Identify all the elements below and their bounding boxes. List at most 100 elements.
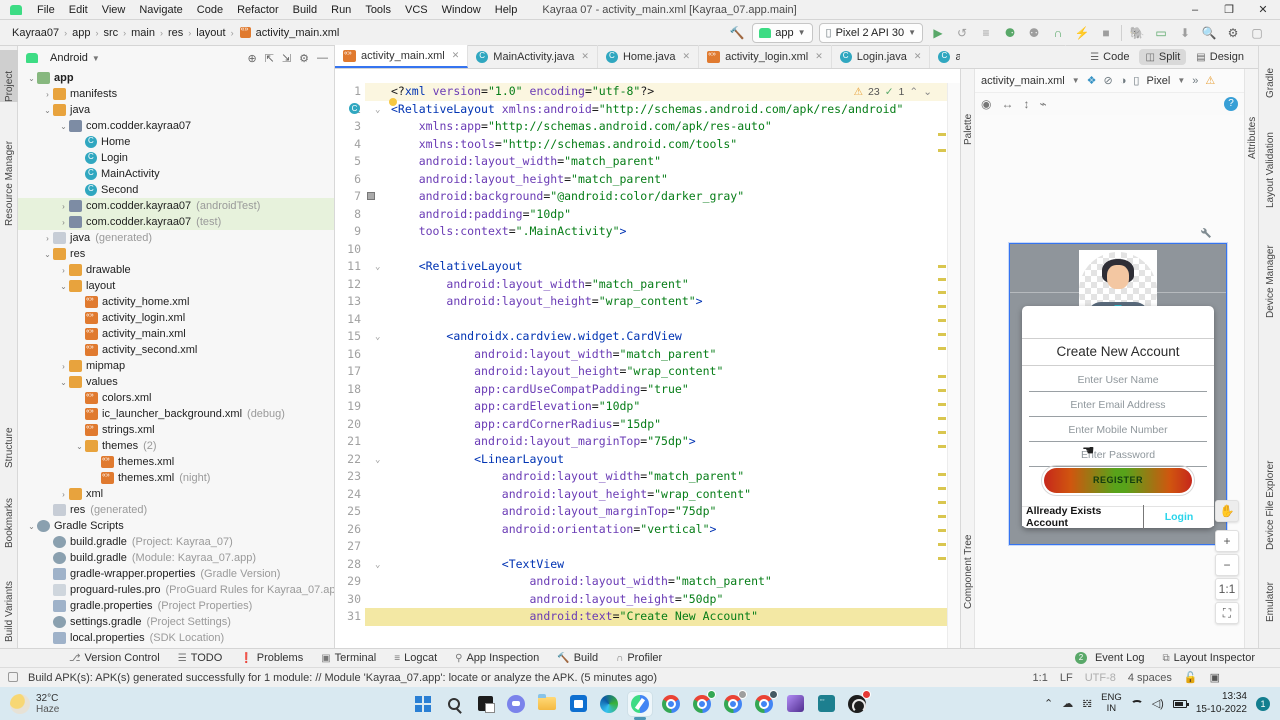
design-surface[interactable]: Create New Account Enter User Name Enter … [975,115,1244,648]
render-warning-icon[interactable]: ⚠ [1205,74,1215,87]
night-mode-icon[interactable]: ◑ [1120,75,1127,87]
layout-inspector-button[interactable]: ⧉ Layout Inspector [1154,649,1264,668]
preview-file-dropdown[interactable]: activity_main.xml [981,75,1065,87]
locate-file-icon[interactable]: ⊕ [247,52,256,65]
attributes-tab[interactable]: Attributes [1245,93,1259,159]
login-link[interactable]: Login [1144,511,1214,523]
warning-stripe-mark[interactable] [938,445,946,448]
pan-vertical-icon[interactable]: ↕ [1023,97,1029,111]
breadcrumb-item[interactable]: app [70,27,92,39]
code-line-3[interactable]: 3 xmlns:app="http://schemas.android.com/… [335,118,960,136]
design-surface-icon[interactable]: ❖ [1087,74,1097,87]
tool-window-device-manager[interactable]: Device Manager [1259,218,1280,318]
tree-item-activity-login-xml[interactable]: activity_login.xml [18,310,334,326]
intention-bulb-icon[interactable] [389,97,397,106]
code-line-31[interactable]: 31 android:text="Create New Account" [335,608,960,626]
close-tab-icon[interactable]: ✕ [683,51,691,62]
tree-item-ic-launcher-background-xml[interactable]: ic_launcher_background.xml (debug) [18,406,334,422]
menu-view[interactable]: View [95,0,133,20]
tree-item-app[interactable]: ⌄ app [18,70,334,86]
code-line-16[interactable]: 16 android:layout_width="match_parent" [335,345,960,363]
tree-item-strings-xml[interactable]: strings.xml [18,422,334,438]
warning-stripe-mark[interactable] [938,389,946,392]
warning-stripe-mark[interactable] [938,278,946,281]
taskbar-chrome-4[interactable] [752,689,778,716]
sdk-manager-icon[interactable]: ⬇ [1176,24,1194,42]
tool-window-app-inspection[interactable]: ⚲ App Inspection [446,649,548,668]
expand-all-icon[interactable]: ⇱ [265,52,274,65]
breadcrumb-item[interactable]: res [166,27,185,39]
close-button[interactable]: ✕ [1246,0,1280,20]
menu-navigate[interactable]: Navigate [132,0,189,20]
zoom-out-button[interactable]: − [1215,554,1239,576]
tree-item-home[interactable]: Home [18,134,334,150]
preview-device-dropdown[interactable]: Pixel [1146,75,1170,87]
code-line-12[interactable]: 12 android:layout_width="match_parent" [335,275,960,293]
debug-icon[interactable]: ⚈ [1001,24,1019,42]
pan-hand-button[interactable]: ✋ [1215,500,1239,522]
close-tab-icon[interactable]: ✕ [452,50,460,61]
caret-position[interactable]: 1:1 [1033,672,1048,684]
code-line-28[interactable]: 28 ⌄ <TextView [335,555,960,573]
close-tab-icon[interactable]: ✕ [815,51,823,62]
code-line-13[interactable]: 13 android:layout_height="wrap_content"> [335,293,960,311]
view-options-icon[interactable]: ◉ [981,97,991,111]
attach-debugger-icon[interactable]: ⚉ [1025,24,1043,42]
profiler-icon[interactable]: ∩ [1049,24,1067,42]
tree-item-com-codder-kayraa07[interactable]: › com.codder.kayraa07 (test) [18,214,334,230]
tree-item-activity-home-xml[interactable]: activity_home.xml [18,294,334,310]
code-line-7[interactable]: 7 android:background="@android:color/dar… [335,188,960,206]
chevron-icon[interactable]: ⌄ [58,122,69,131]
warning-stripe-mark[interactable] [938,333,946,336]
apply-changes-icon[interactable]: ⚡ [1073,24,1091,42]
taskbar-search[interactable] [442,692,466,716]
zoom-1to1-button[interactable]: 1:1 [1215,578,1239,600]
chevron-icon[interactable]: › [58,202,69,211]
profile-avatar[interactable]: ▢ [1248,24,1266,42]
chevron-icon[interactable]: ⌄ [42,106,53,115]
code-line-11[interactable]: 11 ⌄ <RelativeLayout [335,258,960,276]
warning-stripe-mark[interactable] [938,133,946,136]
warning-stripe-mark[interactable] [938,265,946,268]
taskbar-obs[interactable] [845,689,871,716]
tree-item-values[interactable]: ⌄ values [18,374,334,390]
menu-run[interactable]: Run [324,0,358,20]
input-field-enter-user-name[interactable]: Enter User Name [1029,368,1207,392]
warning-stripe-mark[interactable] [938,375,946,378]
code-line-23[interactable]: 23 android:layout_width="match_parent" [335,468,960,486]
zoom-in-button[interactable]: + [1215,530,1239,552]
tree-item-themes-xml[interactable]: themes.xml (night) [18,470,334,486]
breadcrumb-file[interactable]: activity_main.xml [254,27,342,39]
overflow-chevrons[interactable]: » [1192,75,1198,87]
tree-item-com-codder-kayraa07[interactable]: › com.codder.kayraa07 (androidTest) [18,198,334,214]
code-line-18[interactable]: 18 app:cardUseCompatPadding="true" [335,380,960,398]
run-configuration-dropdown[interactable]: app ▼ [752,22,813,43]
tree-item-gradle-scripts[interactable]: ⌄ Gradle Scripts [18,518,334,534]
stop-icon[interactable]: ■ [1097,24,1115,42]
tool-window-emulator[interactable]: Emulator [1259,560,1280,622]
chevron-icon[interactable]: › [42,234,53,243]
tool-window-gradle[interactable]: Gradle [1259,52,1280,98]
tree-item-mainactivity[interactable]: MainActivity [18,166,334,182]
tree-item-gradle-properties[interactable]: gradle.properties (Project Properties) [18,598,334,614]
taskbar-start[interactable] [411,692,435,716]
code-line-30[interactable]: 30 android:layout_height="50dp" [335,590,960,608]
help-icon[interactable]: ? [1224,97,1238,111]
fold-icon[interactable]: ⌄ [375,102,380,120]
tree-item-drawable[interactable]: › drawable [18,262,334,278]
tree-item-gradle-wrapper-properties[interactable]: gradle-wrapper.properties (Gradle Version… [18,566,334,582]
fold-icon[interactable]: ⌄ [375,259,380,277]
tree-item-themes[interactable]: ⌄ themes (2) [18,438,334,454]
tool-window-profiler[interactable]: ∩ Profiler [607,649,671,668]
create-account-heading[interactable]: Create New Account [1022,338,1214,366]
maximize-button[interactable]: ❐ [1212,0,1246,20]
prev-issue-icon[interactable]: ⌃ [909,86,918,98]
warning-stripe-mark[interactable] [938,487,946,490]
tool-window-version-control[interactable]: ⎇ Version Control [60,649,169,668]
menu-tools[interactable]: Tools [358,0,398,20]
minimize-button[interactable]: – [1178,0,1212,20]
tree-item-second[interactable]: Second [18,182,334,198]
language-switcher[interactable]: ENG IN [1101,692,1122,714]
build-status-message[interactable]: Build APK(s): APK(s) generated successfu… [28,672,657,684]
restart-activity-icon[interactable]: ↺ [953,24,971,42]
